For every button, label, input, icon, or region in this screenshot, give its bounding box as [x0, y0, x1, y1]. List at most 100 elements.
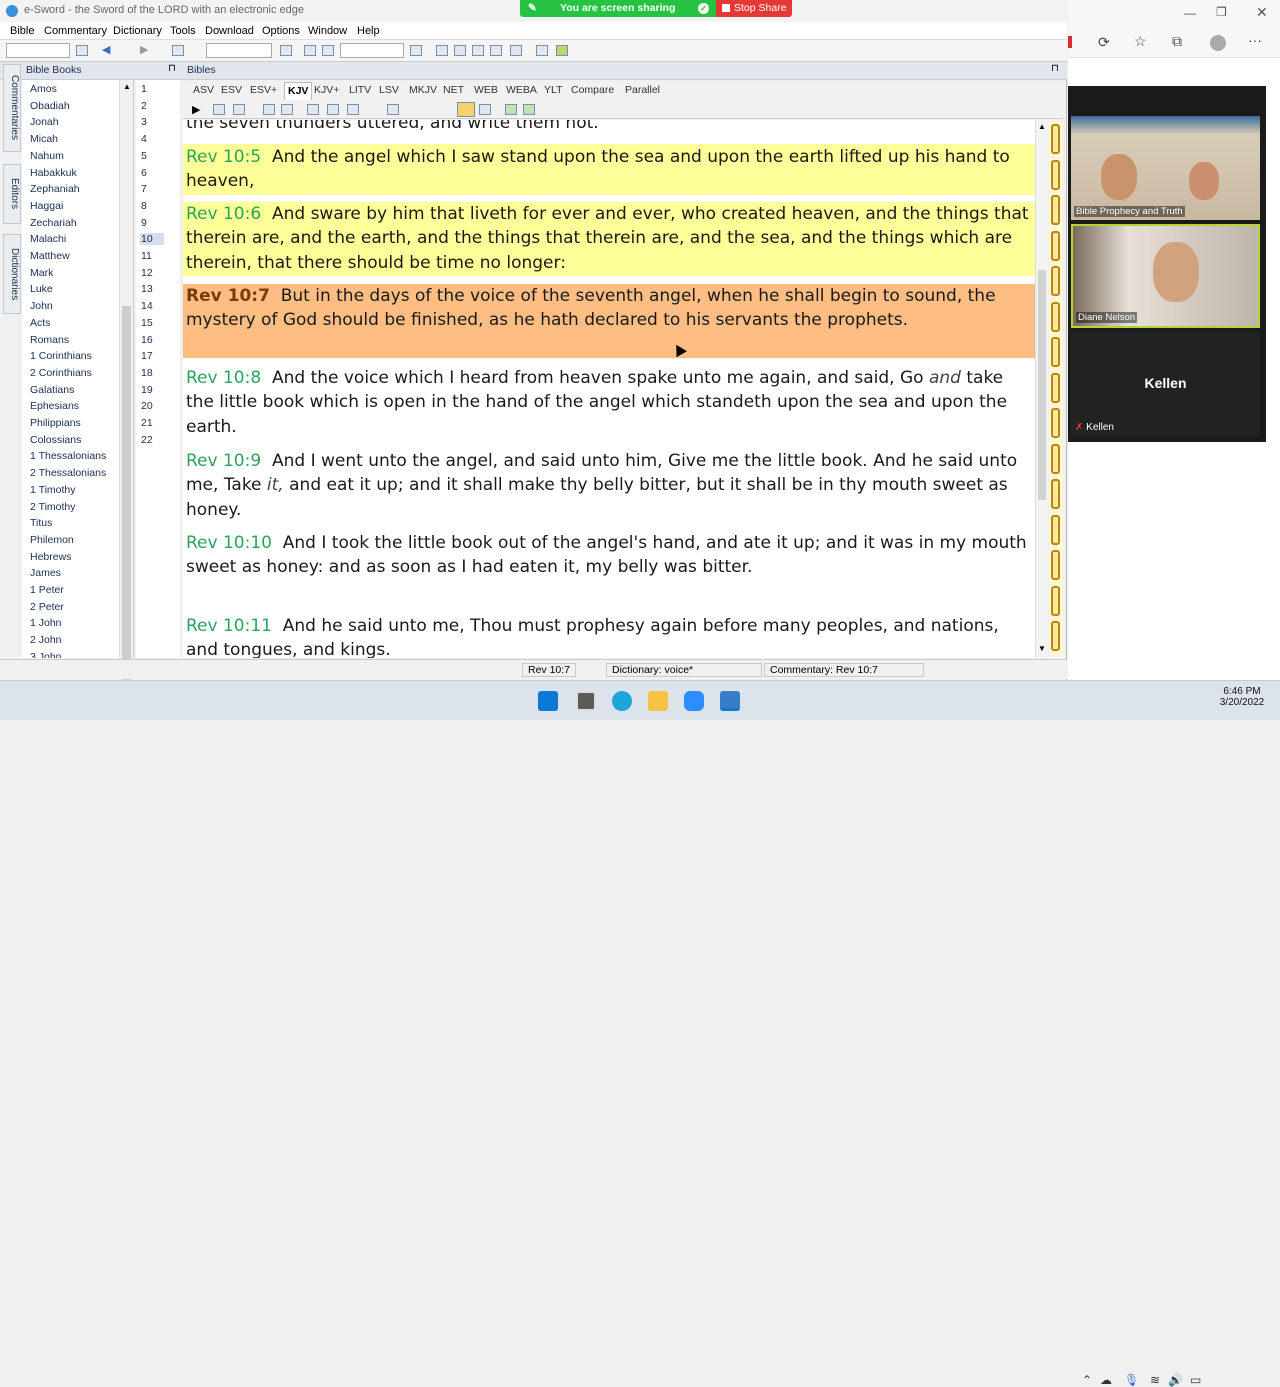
book-item[interactable]: Zephaniah — [30, 183, 80, 195]
menu-commentary[interactable]: Commentary — [44, 25, 107, 37]
tab-mkjv[interactable]: MKJV — [409, 84, 437, 96]
book-item[interactable]: Philippians — [30, 417, 81, 429]
verse-ref[interactable]: Rev 10:9 — [186, 451, 261, 471]
tab-dictionaries[interactable]: Dictionaries — [3, 234, 21, 314]
tab-weba[interactable]: WEBA — [506, 84, 537, 96]
verse-10-10[interactable]: Rev 10:10 And I took the little book out… — [183, 531, 1035, 580]
menu-tools[interactable]: Tools — [170, 25, 196, 37]
reference-dropdown[interactable] — [6, 43, 70, 58]
book-item[interactable]: 1 Peter — [30, 584, 64, 596]
verse-ref[interactable]: Rev 10:5 — [186, 147, 261, 167]
book-item[interactable]: Haggai — [30, 200, 63, 212]
search-bible-icon[interactable] — [263, 104, 275, 115]
verse-10-6[interactable]: Rev 10:6 And sware by him that liveth fo… — [183, 202, 1035, 276]
chapter-item[interactable]: 19 — [140, 384, 164, 396]
scroll-down-icon[interactable]: ▼ — [1038, 644, 1046, 653]
volume-icon[interactable]: 🔊 — [1168, 1373, 1183, 1387]
chapter-item[interactable]: 3 — [140, 116, 164, 128]
prev-verse-icon[interactable] — [505, 104, 517, 115]
maximize-icon[interactable]: ❐ — [1216, 5, 1227, 19]
edit-icon[interactable] — [387, 104, 399, 115]
menu-dictionary[interactable]: Dictionary — [113, 25, 162, 37]
collections-icon[interactable]: ⧉ — [1172, 33, 1182, 50]
bookmark-icon[interactable] — [1051, 230, 1060, 261]
tab-lsv[interactable]: LSV — [379, 84, 399, 96]
chapter-item[interactable]: 8 — [140, 200, 164, 212]
stop-share-button[interactable]: Stop Share — [716, 0, 792, 17]
esword-taskbar-icon[interactable] — [720, 691, 740, 711]
book-item[interactable]: 2 John — [30, 634, 62, 646]
verse-ref[interactable]: Rev 10:7 — [186, 286, 270, 306]
books-scroll-thumb[interactable] — [122, 306, 131, 698]
scroll-up-icon[interactable]: ▲ — [123, 82, 131, 91]
tab-editors[interactable]: Editors — [3, 164, 21, 224]
format-icon[interactable] — [410, 45, 422, 56]
play-icon[interactable]: ▶ — [192, 103, 200, 116]
book-item[interactable]: 1 John — [30, 617, 62, 629]
chapter-item[interactable]: 1 — [140, 83, 164, 95]
chapter-item[interactable]: 13 — [140, 283, 164, 295]
layout-2-icon[interactable] — [454, 45, 466, 56]
book-item[interactable]: Ephesians — [30, 400, 79, 412]
system-clock[interactable]: 6:46 PM 3/20/2022 — [1212, 686, 1272, 708]
chapter-item[interactable]: 11 — [140, 250, 164, 262]
menu-window[interactable]: Window — [308, 25, 347, 37]
extensions-icon[interactable]: ⟳ — [1098, 34, 1110, 51]
book-item[interactable]: Galatians — [30, 384, 74, 396]
text-scrollbar[interactable]: ▲ ▼ — [1035, 120, 1048, 658]
book-item[interactable]: 1 Timothy — [30, 484, 76, 496]
book-item[interactable]: Amos — [30, 83, 57, 95]
bibles-pin-icon[interactable]: ⊓ — [1051, 63, 1059, 74]
bookmark-icon[interactable] — [1051, 479, 1060, 509]
chapter-item[interactable]: 21 — [140, 417, 164, 429]
video-tile-1[interactable]: Bible Prophecy and Truth — [1071, 116, 1260, 220]
tab-compare[interactable]: Compare — [571, 84, 614, 96]
book-item[interactable]: Matthew — [30, 250, 70, 262]
minimize-icon[interactable]: — — [1184, 6, 1196, 20]
verse-10-7[interactable]: Rev 10:7 But in the days of the voice of… — [183, 284, 1035, 358]
book-item[interactable]: Philemon — [30, 534, 74, 546]
copy-icon[interactable] — [213, 104, 225, 115]
books-scrollbar[interactable]: ▲ ▼ — [119, 80, 133, 698]
book-item[interactable]: Luke — [30, 283, 53, 295]
bookmark-icon[interactable] — [1051, 372, 1060, 403]
book-item[interactable]: 2 Thessalonians — [30, 467, 106, 479]
book-item[interactable]: Hebrews — [30, 551, 71, 563]
bookmark-icon[interactable] — [1051, 337, 1060, 367]
verse-ref[interactable]: Rev 10:6 — [186, 204, 261, 224]
find-icon[interactable] — [280, 45, 292, 56]
chapter-item[interactable]: 2 — [140, 100, 164, 112]
layout-4-icon[interactable] — [490, 45, 502, 56]
book-item[interactable]: Nahum — [30, 150, 64, 162]
text-scroll-thumb[interactable] — [1038, 270, 1046, 500]
menu-help[interactable]: Help — [357, 25, 380, 37]
start-icon[interactable] — [538, 691, 558, 711]
verse-10-11[interactable]: Rev 10:11 And he said unto me, Thou must… — [183, 614, 1035, 658]
book-item[interactable]: James — [30, 567, 61, 579]
bookmark-icon[interactable] — [1051, 621, 1060, 651]
verse-10-5[interactable]: Rev 10:5 And the angel which I saw stand… — [183, 144, 1035, 195]
book-item[interactable]: Mark — [30, 267, 53, 279]
book-item[interactable]: Micah — [30, 133, 58, 145]
tab-parallel[interactable]: Parallel — [625, 84, 660, 96]
bookmark-icon[interactable] — [1051, 266, 1060, 296]
book-item[interactable]: 2 Timothy — [30, 501, 76, 513]
menu-download[interactable]: Download — [205, 25, 254, 37]
book-item[interactable]: 1 Corinthians — [30, 350, 92, 362]
chapter-item[interactable]: 15 — [140, 317, 164, 329]
menu-bible[interactable]: Bible — [10, 25, 34, 37]
tab-net[interactable]: NET — [443, 84, 464, 96]
more-icon[interactable]: ··· — [1248, 32, 1262, 48]
link-icon[interactable] — [347, 104, 359, 115]
layout-5-icon[interactable] — [510, 45, 522, 56]
wifi-icon[interactable]: ≋ — [1150, 1373, 1160, 1387]
close-icon[interactable]: ✕ — [1256, 4, 1268, 21]
tab-kjv[interactable]: KJV — [284, 82, 313, 100]
zoom-app-icon[interactable] — [684, 691, 704, 711]
bookmark-icon[interactable] — [1051, 159, 1060, 190]
video-tile-3[interactable]: Kellen ✗ Kellen — [1071, 331, 1260, 437]
tab-esv[interactable]: ESV — [221, 84, 242, 96]
onedrive-icon[interactable]: ☁ — [1100, 1373, 1112, 1387]
menu-options[interactable]: Options — [262, 25, 300, 37]
chapter-item[interactable]: 16 — [140, 334, 164, 346]
